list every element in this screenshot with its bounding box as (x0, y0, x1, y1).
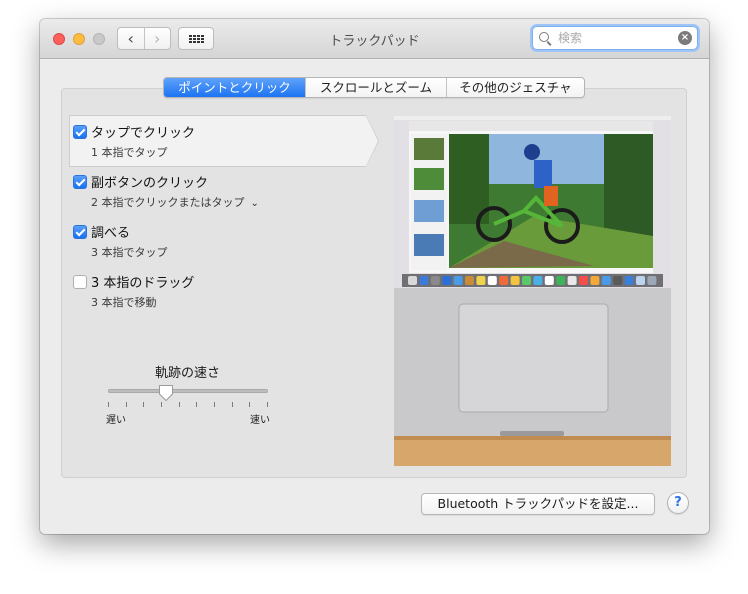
checkbox-tap-to-click[interactable] (73, 125, 87, 139)
dock-app-icon (453, 276, 463, 285)
slider-tick (249, 402, 250, 407)
preview-illustration (394, 116, 671, 466)
checkbox-secondary-click[interactable] (73, 175, 87, 189)
option-subtitle: 3 本指でタップ (91, 246, 168, 259)
dock-app-icon (636, 276, 645, 285)
dock-app-icon (510, 276, 520, 285)
slider-ticks (108, 402, 268, 408)
option-subtitle: 1 本指でタップ (91, 146, 168, 159)
checkbox-three-finger-drag[interactable] (73, 275, 87, 289)
dock-app-icon (601, 276, 611, 285)
option-title: 副ボタンのクリック (91, 176, 209, 191)
dock-app-icon (613, 276, 623, 285)
dock-app-icon (465, 276, 474, 285)
slider-tick (108, 402, 109, 407)
tracking-speed-slider[interactable] (108, 389, 268, 393)
slow-label: 遅い (106, 415, 126, 426)
dock-app-icon (430, 276, 440, 285)
dock-app-icon (419, 276, 429, 285)
fast-label: 速い (250, 415, 270, 426)
dock-app-icon (544, 276, 554, 285)
dock-app-icon (624, 276, 634, 285)
tab-bar: ポイントとクリック スクロールとズーム その他のジェスチャ (163, 77, 585, 98)
option-subtitle: 2 本指でクリックまたはタップ (91, 196, 245, 209)
slider-tick (126, 402, 127, 407)
slider-thumb[interactable] (158, 384, 174, 402)
search-icon (539, 32, 549, 42)
slider-tick (161, 402, 162, 407)
dock-app-icon (556, 276, 566, 285)
titlebar: ‹ › トラックパッド × (40, 19, 709, 59)
slider-tick (196, 402, 197, 407)
option-subtitle: 3 本指で移動 (91, 296, 157, 309)
tracking-speed-label: 軌跡の速さ (155, 366, 221, 381)
search-field[interactable]: × (532, 26, 698, 50)
slider-tick (143, 402, 144, 407)
chevron-down-icon: ⌄ (250, 198, 259, 209)
dock-app-icon (579, 276, 588, 285)
setup-bluetooth-trackpad-button[interactable]: Bluetooth トラックパッドを設定... (421, 493, 655, 515)
slider-tick (232, 402, 233, 407)
clear-icon[interactable]: × (678, 31, 692, 45)
option-title: 3 本指のドラッグ (91, 276, 195, 291)
dock-app-icon (408, 276, 417, 285)
dock-app-icon (567, 276, 577, 285)
dock-app-icon (533, 276, 543, 285)
tab-scroll-and-zoom[interactable]: スクロールとズーム (305, 78, 446, 97)
tab-point-and-click[interactable]: ポイントとクリック (164, 78, 305, 97)
dock-app-icon (487, 276, 497, 285)
dock-app-icon (499, 276, 509, 285)
option-title: タップでクリック (91, 126, 196, 141)
option-title: 調べる (91, 226, 131, 241)
slider-tick (179, 402, 180, 407)
secondary-click-dropdown[interactable]: 2 本指でクリックまたはタップ ⌄ (91, 194, 259, 210)
dock-app-icon (590, 276, 600, 285)
slider-tick (267, 402, 268, 407)
dock-app-icon (522, 276, 531, 285)
help-button[interactable]: ? (667, 492, 689, 514)
dock-app-icon (442, 276, 452, 285)
tab-more-gestures[interactable]: その他のジェスチャ (446, 78, 584, 97)
gesture-preview-image (394, 116, 671, 466)
search-input[interactable] (556, 29, 671, 47)
checkbox-look-up[interactable] (73, 225, 87, 239)
dock-app-icon (476, 276, 486, 285)
dock-app-icon (647, 276, 657, 285)
slider-tick (214, 402, 215, 407)
